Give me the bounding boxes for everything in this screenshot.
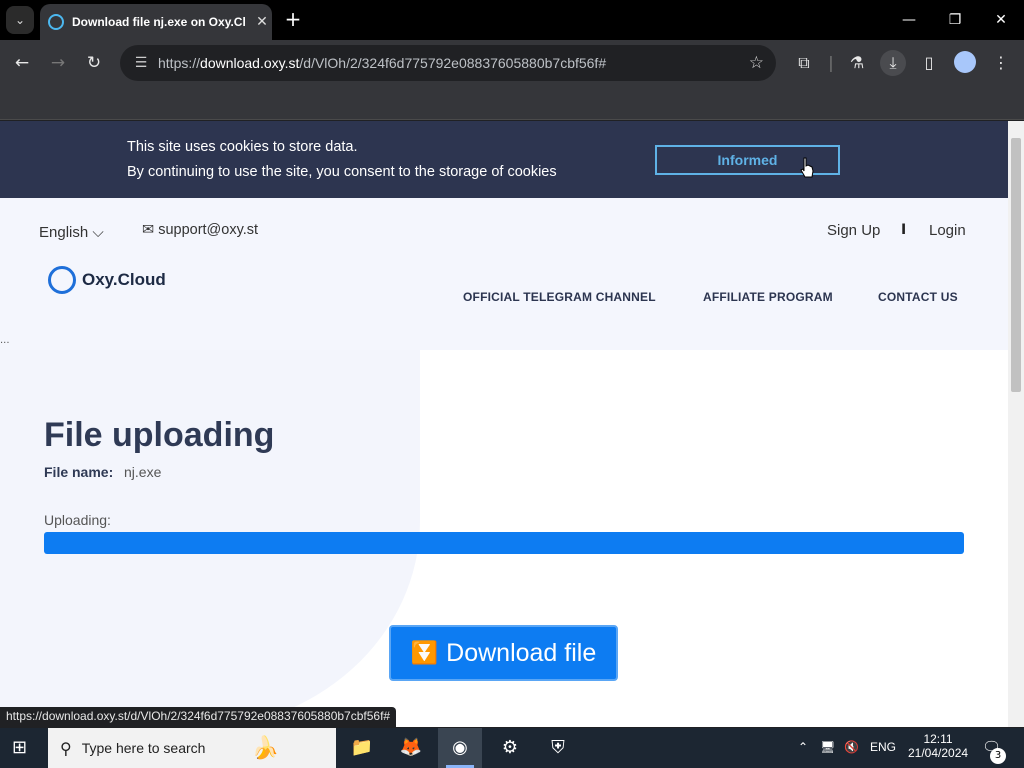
chrome-icon: ◉ — [452, 737, 468, 758]
close-window-icon[interactable]: ✕ — [986, 8, 1016, 32]
address-bar[interactable]: ☰ https://download.oxy.st/d/VlOh/2/324f6… — [120, 45, 776, 81]
ellipsis-text: ... — [0, 335, 10, 346]
language-selector[interactable]: English ⌵ — [39, 224, 104, 241]
download-file-button[interactable]: ⏬ Download file — [389, 625, 618, 681]
tray-chevron-up-icon[interactable]: ⌃ — [798, 740, 808, 754]
profile-avatar-icon[interactable] — [954, 51, 976, 73]
menu-kebab-icon[interactable]: ⋮ — [988, 50, 1014, 76]
clock-date: 21/04/2024 — [908, 746, 969, 760]
side-panel-icon[interactable]: ▯ — [916, 50, 942, 76]
upload-progress-fill — [44, 532, 964, 554]
uploading-label: Uploading: — [44, 512, 111, 528]
chrome-taskbar-button[interactable]: ◉ — [438, 728, 482, 768]
toolbar-divider: | — [828, 53, 834, 72]
cookie-text-line1: This site uses cookies to store data. — [127, 139, 358, 155]
site-info-icon[interactable]: ☰ — [128, 55, 154, 71]
clock-time: 12:11 — [923, 732, 953, 746]
cookie-banner: This site uses cookies to store data. By… — [0, 121, 1008, 198]
settings-gear-icon[interactable]: ⚙ — [496, 734, 524, 762]
title-bar: ⌄ Download file nj.exe on Oxy.Cl ✕ + — ❐… — [0, 0, 1024, 40]
extensions-icon[interactable]: ⧉ — [791, 50, 817, 76]
link-status-bar: https://download.oxy.st/d/VlOh/2/324f6d7… — [0, 707, 397, 727]
signup-link[interactable]: Sign Up — [827, 222, 880, 239]
login-link[interactable]: Login — [929, 222, 966, 239]
windows-taskbar: ⊞ ⚲ Type here to search 🍌 📁 🦊 ◉ ⚙ ⛨ ⌃ 🖥 … — [0, 728, 1024, 768]
hand-cursor-icon — [800, 157, 814, 178]
new-tab-button[interactable]: + — [282, 8, 304, 32]
oxy-favicon-icon — [48, 14, 64, 30]
forward-icon[interactable]: → — [45, 50, 71, 76]
logo-text: Oxy.Cloud — [82, 270, 166, 289]
security-shield-icon[interactable]: ⛨ — [544, 734, 572, 762]
restore-icon[interactable]: ❐ — [940, 8, 970, 32]
labs-flask-icon[interactable]: ⚗ — [844, 50, 870, 76]
envelope-icon: ✉ — [142, 222, 155, 238]
downloads-icon[interactable]: ⤓ — [880, 50, 906, 76]
support-email-link[interactable]: ✉ support@oxy.st — [142, 222, 258, 238]
taskbar-search-box[interactable]: ⚲ Type here to search 🍌 — [48, 728, 336, 768]
back-icon[interactable]: ← — [9, 50, 35, 76]
chevron-down-icon: ⌄ — [14, 13, 26, 27]
minimize-icon[interactable]: — — [894, 8, 924, 32]
notification-count-badge: 3 — [990, 748, 1006, 764]
volume-muted-icon[interactable]: 🔇 — [844, 740, 859, 754]
input-language[interactable]: ENG — [870, 740, 896, 754]
network-icon[interactable]: 🖥 — [820, 740, 835, 754]
nav-contact-us[interactable]: CONTACT US — [878, 290, 958, 304]
web-page: This site uses cookies to store data. By… — [0, 121, 1008, 727]
cookie-text-line2: By continuing to use the site, you conse… — [127, 164, 557, 180]
site-logo[interactable]: Oxy.Cloud — [48, 266, 166, 294]
tab-title: Download file nj.exe on Oxy.Cl — [72, 15, 246, 29]
system-clock[interactable]: 12:11 21/04/2024 — [908, 732, 968, 760]
search-icon: ⚲ — [60, 738, 72, 758]
tab-search-button[interactable]: ⌄ — [6, 6, 34, 34]
taskbar-search-placeholder: Type here to search — [81, 740, 206, 756]
url-text[interactable]: https://download.oxy.st/d/VlOh/2/324f6d7… — [158, 55, 606, 71]
page-title: File uploading — [44, 416, 275, 454]
scrollbar-thumb[interactable] — [1011, 138, 1021, 392]
nav-affiliate-program[interactable]: AFFILIATE PROGRAM — [703, 290, 833, 304]
tab-close-icon[interactable]: ✕ — [252, 14, 272, 30]
filename-value: nj.exe — [124, 464, 162, 480]
download-button-label: Download file — [446, 638, 597, 667]
filename-label: File name: — [44, 464, 114, 480]
site-header: English ⌵ ✉ support@oxy.st Sign Up I Log… — [0, 198, 1008, 350]
reload-icon[interactable]: ↻ — [81, 50, 107, 76]
bookmark-star-icon[interactable]: ☆ — [749, 53, 764, 73]
upload-progress-bar — [44, 532, 964, 554]
bookmarks-bar — [0, 86, 1024, 120]
tab-active[interactable]: Download file nj.exe on Oxy.Cl ✕ — [40, 4, 272, 40]
chevron-down-icon: ⌵ — [92, 224, 104, 241]
double-chevron-down-icon: ⏬ — [410, 640, 439, 665]
banana-bowl-icon: 🍌 — [251, 735, 279, 761]
nav-telegram-channel[interactable]: OFFICIAL TELEGRAM CHANNEL — [463, 290, 656, 304]
file-explorer-icon[interactable]: 📁 — [348, 734, 376, 762]
firefox-icon[interactable]: 🦊 — [397, 734, 425, 762]
windows-start-icon[interactable]: ⊞ — [12, 738, 32, 758]
oxy-logo-icon — [48, 266, 76, 294]
browser-toolbar: ← → ↻ ☰ https://download.oxy.st/d/VlOh/2… — [0, 40, 1024, 86]
header-separator: I — [901, 222, 907, 238]
